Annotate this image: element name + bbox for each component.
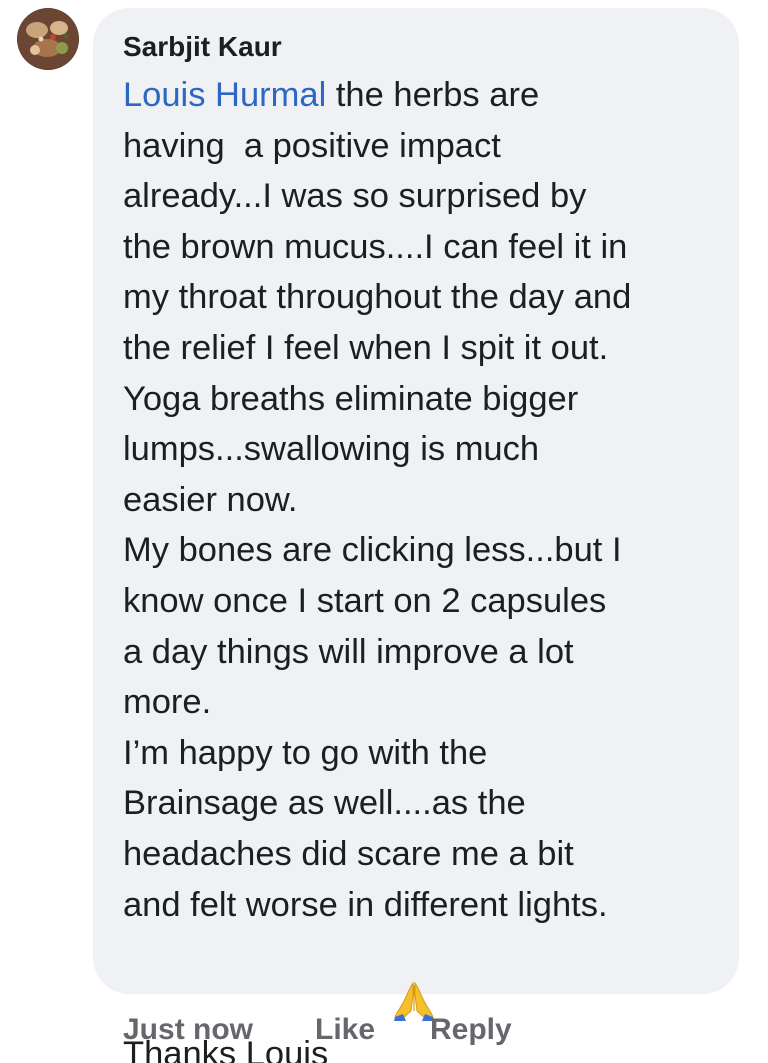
timestamp[interactable]: Just now: [123, 1010, 253, 1050]
comment-line: the brown mucus....I can feel it in: [123, 227, 628, 266]
mention-link[interactable]: Louis Hurmal: [123, 76, 326, 114]
like-button[interactable]: Like: [315, 1010, 375, 1050]
comment-line: my throat throughout the day and: [123, 278, 632, 317]
comment-line: having a positive impact: [123, 126, 501, 165]
comment-line: and felt worse in different lights.: [123, 885, 608, 924]
comment-line: lumps...swallowing is much: [123, 430, 540, 469]
comment-line: I’m happy to go with the: [123, 733, 488, 772]
comment-line: easier now.: [123, 480, 298, 519]
comment-screen: Sarbjit Kaur Louis Hurmal the herbs are …: [0, 0, 768, 1063]
comment-author[interactable]: Sarbjit Kaur: [123, 30, 282, 64]
comment-line: already...I was so surprised by: [123, 177, 587, 216]
avatar[interactable]: [17, 8, 79, 70]
comment-line: Louis Hurmal the herbs are: [123, 76, 540, 114]
comment-line: more.: [123, 683, 212, 722]
comment-line: My bones are clicking less...but I: [123, 531, 622, 570]
comment-line: Yoga breaths eliminate bigger: [123, 379, 579, 418]
comment-line: the relief I feel when I spit it out.: [123, 328, 609, 367]
comment-text: Louis Hurmal the herbs are having a posi…: [123, 70, 723, 1063]
comment-line: a day things will improve a lot: [123, 632, 574, 671]
reply-button[interactable]: Reply: [430, 1010, 512, 1050]
comment-line: Brainsage as well....as the: [123, 784, 526, 823]
comment-line: know once I start on 2 capsules: [123, 581, 607, 620]
comment-line: headaches did scare me a bit: [123, 834, 574, 873]
